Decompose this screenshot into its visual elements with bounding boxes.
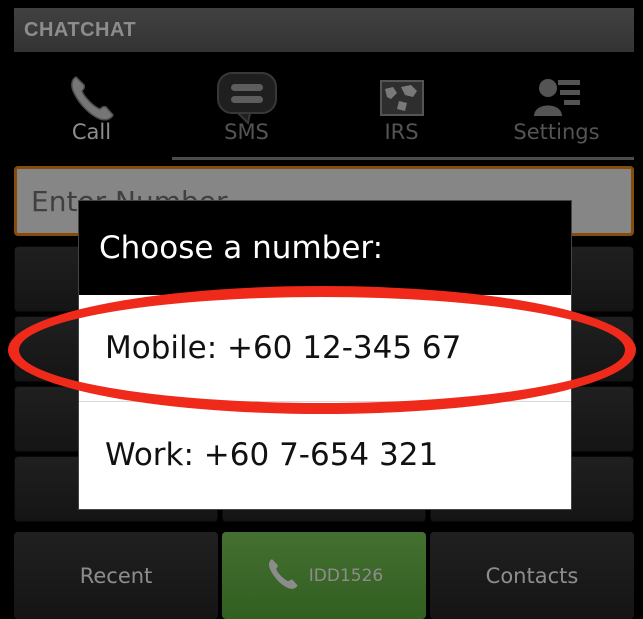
dialog-title: Choose a number: (99, 230, 384, 266)
dialog-header: Choose a number: (79, 201, 571, 295)
option-work-label: Work: +60 7-654 321 (105, 437, 439, 473)
highlight-ellipse (8, 286, 636, 414)
option-work[interactable]: Work: +60 7-654 321 (79, 402, 571, 508)
